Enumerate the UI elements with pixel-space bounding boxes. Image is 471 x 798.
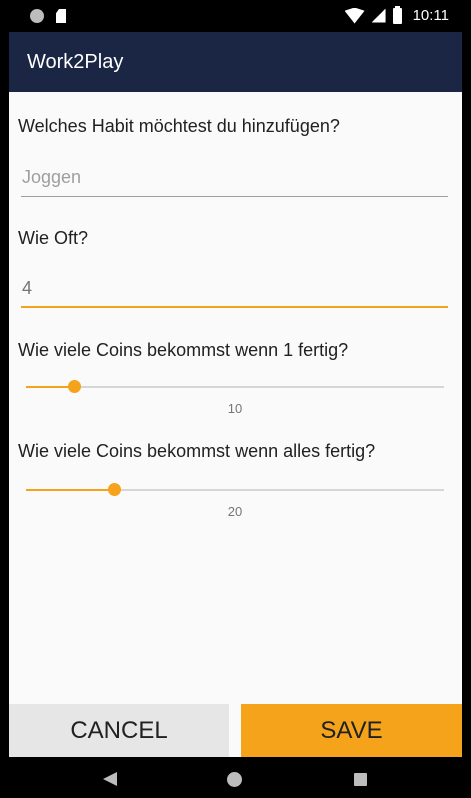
frequency-label: Wie Oft? bbox=[18, 228, 89, 248]
slider-fill bbox=[26, 489, 115, 491]
coins-single-slider[interactable] bbox=[26, 375, 444, 399]
battery-icon bbox=[392, 5, 402, 24]
coins-single-label: Wie viele Coins bekommst wenn 1 fertig? bbox=[18, 340, 349, 360]
slider-track bbox=[26, 386, 444, 388]
button-row: CANCEL SAVE bbox=[9, 704, 462, 757]
slider-fill bbox=[26, 386, 75, 388]
sd-card-icon bbox=[56, 9, 66, 23]
app-title: Work2Play bbox=[27, 51, 124, 73]
wifi-icon bbox=[344, 7, 365, 24]
app-bar: Work2Play bbox=[9, 32, 462, 92]
signal-icon bbox=[371, 8, 386, 23]
frequency-input[interactable] bbox=[21, 274, 448, 308]
save-button[interactable]: SAVE bbox=[241, 704, 462, 757]
navigation-bar bbox=[0, 760, 471, 798]
back-icon[interactable] bbox=[103, 772, 117, 786]
habit-label: Welches Habit möchtest du hinzufügen? bbox=[18, 116, 340, 136]
recent-apps-icon[interactable] bbox=[354, 773, 367, 786]
coins-all-value: 20 bbox=[227, 504, 243, 519]
coins-single-value: 10 bbox=[227, 401, 243, 416]
coins-all-slider[interactable] bbox=[26, 478, 444, 502]
slider-thumb[interactable] bbox=[68, 380, 82, 393]
habit-input[interactable] bbox=[21, 163, 448, 197]
status-time: 10:11 bbox=[412, 7, 449, 24]
notification-dot-icon bbox=[30, 9, 44, 23]
cancel-button[interactable]: CANCEL bbox=[9, 704, 229, 757]
home-icon[interactable] bbox=[227, 772, 242, 787]
coins-all-label: Wie viele Coins bekommst wenn alles fert… bbox=[18, 441, 376, 461]
habit-form: Welches Habit möchtest du hinzufügen? Wi… bbox=[9, 92, 462, 704]
slider-thumb[interactable] bbox=[108, 483, 122, 496]
status-bar: 10:11 bbox=[0, 0, 471, 32]
